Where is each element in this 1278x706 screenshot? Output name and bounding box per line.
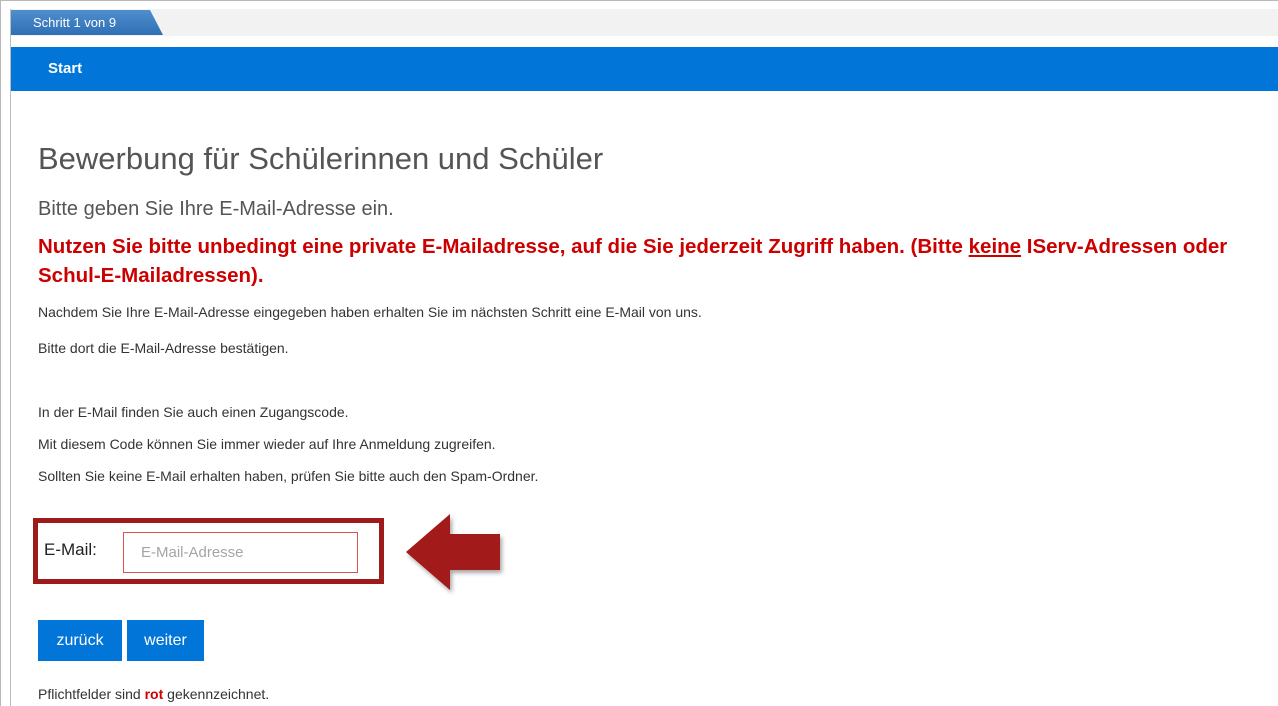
info-line-access-code: In der E-Mail finden Sie auch einen Zuga… <box>38 404 349 420</box>
next-button[interactable]: weiter <box>127 620 204 661</box>
note-highlight: rot <box>144 686 164 702</box>
warning-text-start: Nutzen Sie bitte unbedingt eine private … <box>38 235 969 258</box>
info-line-confirm-address: Bitte dort die E-Mail-Adresse bestätigen… <box>38 340 289 356</box>
note-text-end: gekennzeichnet. <box>163 686 270 702</box>
info-line-confirmation-email: Nachdem Sie Ihre E-Mail-Adresse eingegeb… <box>38 304 702 320</box>
info-line-code-usage: Mit diesem Code können Sie immer wieder … <box>38 436 496 452</box>
warning-emphasis: keine <box>968 235 1022 258</box>
section-header-bar <box>11 47 1278 91</box>
arrow-left-icon <box>406 514 500 590</box>
page-title: Bewerbung für Schülerinnen und Schüler <box>38 141 604 176</box>
step-indicator: Schritt 1 von 9 <box>11 10 163 35</box>
required-fields-note: Pflichtfelder sind rot gekennzeichnet. <box>38 685 269 703</box>
progress-bar <box>11 9 1278 36</box>
email-input[interactable] <box>123 532 358 573</box>
info-line-spam-folder: Sollten Sie keine E-Mail erhalten haben,… <box>38 468 539 484</box>
section-header-label: Start <box>48 60 83 77</box>
back-button[interactable]: zurück <box>38 620 122 661</box>
email-label: E-Mail: <box>44 540 97 559</box>
content-border <box>10 9 11 706</box>
page-subtitle: Bitte geben Sie Ihre E-Mail-Adresse ein. <box>38 198 394 220</box>
note-text-start: Pflichtfelder sind <box>38 686 145 702</box>
private-email-warning: Nutzen Sie bitte unbedingt eine private … <box>38 232 1268 290</box>
